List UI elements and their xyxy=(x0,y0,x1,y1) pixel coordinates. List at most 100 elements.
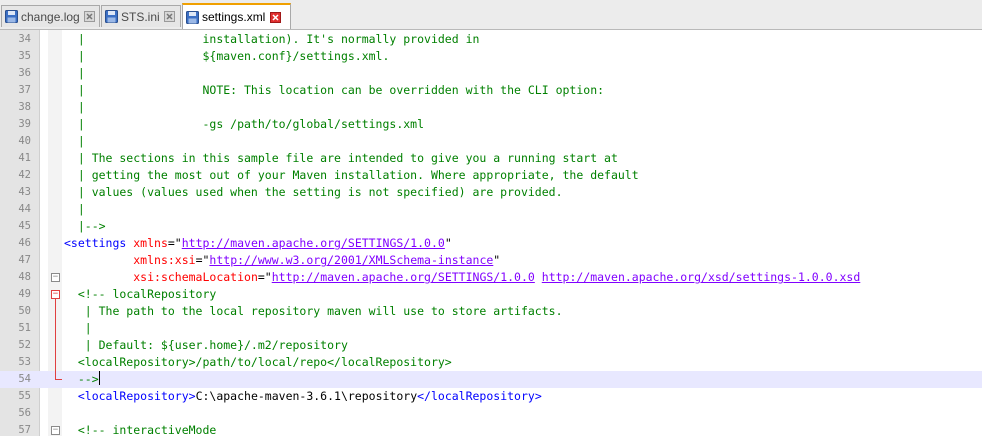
fold-toggle-icon[interactable]: − xyxy=(51,426,60,435)
code-text: | xyxy=(64,99,85,116)
code-line[interactable]: 43 | values (values used when the settin… xyxy=(0,184,982,201)
line-number: 35 xyxy=(18,50,31,62)
line-number: 47 xyxy=(18,254,31,266)
code-text: | -gs /path/to/global/settings.xml xyxy=(64,116,424,133)
code-token: | xyxy=(64,321,92,335)
close-icon[interactable] xyxy=(164,11,176,23)
code-token: <localRepository> xyxy=(77,389,196,403)
code-text: | xyxy=(64,201,85,218)
code-line[interactable]: 36 | xyxy=(0,65,982,82)
code-text: xsi:schemaLocation="http://maven.apache.… xyxy=(64,269,860,286)
code-text: <settings xmlns="http://maven.apache.org… xyxy=(64,235,452,252)
line-number: 57 xyxy=(18,424,31,436)
line-number: 38 xyxy=(18,101,31,113)
code-editor[interactable]: 34 | installation). It's normally provid… xyxy=(0,30,982,436)
code-line[interactable]: 48 xsi:schemaLocation="http://maven.apac… xyxy=(0,269,982,286)
tab-label: STS.ini xyxy=(121,9,160,24)
code-token: | xyxy=(64,66,85,80)
code-text: <localRepository>/path/to/local/repo</lo… xyxy=(64,354,452,371)
line-number: 45 xyxy=(18,220,31,232)
code-line[interactable]: 53 <localRepository>/path/to/local/repo<… xyxy=(0,354,982,371)
code-line[interactable]: 34 | installation). It's normally provid… xyxy=(0,31,982,48)
code-token: xsi:schemaLocation xyxy=(133,270,258,284)
code-line[interactable]: 51 | xyxy=(0,320,982,337)
code-token: | ${maven.conf}/settings.xml. xyxy=(64,49,390,63)
code-line[interactable]: 35 | ${maven.conf}/settings.xml. xyxy=(0,48,982,65)
code-text: | getting the most out of your Maven ins… xyxy=(64,167,639,184)
code-token: http://maven.apache.org/xsd/settings-1.0… xyxy=(541,270,861,284)
tab-label: settings.xml xyxy=(202,10,266,24)
code-text: | The path to the local repository maven… xyxy=(64,303,563,320)
line-number: 48 xyxy=(18,271,31,283)
code-text: xmlns:xsi="http://www.w3.org/2001/XMLSch… xyxy=(64,252,500,269)
code-line[interactable]: 45 |--> xyxy=(0,218,982,235)
code-token: <localRepository>/path/to/local/repo</lo… xyxy=(64,355,452,369)
code-line[interactable]: 44 | xyxy=(0,201,982,218)
code-text: | values (values used when the setting i… xyxy=(64,184,563,201)
line-number: 50 xyxy=(18,305,31,317)
code-line[interactable]: 47 xmlns:xsi="http://www.w3.org/2001/XML… xyxy=(0,252,982,269)
code-text: <!-- localRepository xyxy=(64,286,216,303)
line-number: 41 xyxy=(18,152,31,164)
line-number: 44 xyxy=(18,203,31,215)
code-text: | installation). It's normally provided … xyxy=(64,31,480,48)
close-icon[interactable] xyxy=(84,11,96,23)
tab-sts-ini[interactable]: STS.ini xyxy=(101,5,181,27)
code-token: " xyxy=(444,236,452,250)
code-token: | -gs /path/to/global/settings.xml xyxy=(64,117,425,131)
code-token: =" xyxy=(167,236,182,250)
code-token: </localRepository> xyxy=(417,389,542,403)
code-text: --> xyxy=(64,371,100,388)
code-token: | xyxy=(64,100,85,114)
code-line[interactable]: 38 | xyxy=(0,99,982,116)
code-line[interactable]: 55 <localRepository>C:\apache-maven-3.6.… xyxy=(0,388,982,405)
line-number: 36 xyxy=(18,67,31,79)
code-text: | The sections in this sample file are i… xyxy=(64,150,618,167)
code-token: <!-- localRepository xyxy=(77,287,217,301)
tab-bar: change.log STS.ini settings.xml xyxy=(0,0,982,30)
line-number: 55 xyxy=(18,390,31,402)
code-text: | xyxy=(64,133,85,150)
code-line[interactable]: 37 | NOTE: This location can be overridd… xyxy=(0,82,982,99)
code-line[interactable]: 54 --> xyxy=(0,371,982,388)
code-line[interactable]: 49 <!-- localRepository xyxy=(0,286,982,303)
fold-toggle-icon[interactable]: − xyxy=(51,273,60,282)
code-line[interactable]: 40 | xyxy=(0,133,982,150)
line-number: 49 xyxy=(18,288,31,300)
code-line[interactable]: 42 | getting the most out of your Maven … xyxy=(0,167,982,184)
code-token: | The path to the local repository maven… xyxy=(64,304,563,318)
code-token: http://maven.apache.org/SETTINGS/1.0.0 xyxy=(271,270,535,284)
tab-settings-xml[interactable]: settings.xml xyxy=(182,3,291,29)
code-line[interactable]: 52 | Default: ${user.home}/.m2/repositor… xyxy=(0,337,982,354)
line-number: 53 xyxy=(18,356,31,368)
code-token: C:\apache-maven-3.6.1\repository xyxy=(195,389,418,403)
fold-toggle-icon[interactable]: − xyxy=(51,290,60,299)
code-token: | xyxy=(64,202,85,216)
line-number: 37 xyxy=(18,84,31,96)
code-token: | The sections in this sample file are i… xyxy=(64,151,618,165)
fold-range-end xyxy=(55,379,62,380)
code-token: | Default: ${user.home}/.m2/repository xyxy=(64,338,348,352)
close-icon[interactable] xyxy=(269,11,281,23)
floppy-disk-icon xyxy=(186,10,199,25)
code-token: | installation). It's normally provided … xyxy=(64,32,480,46)
code-line[interactable]: 39 | -gs /path/to/global/settings.xml xyxy=(0,116,982,133)
code-line[interactable]: 56 xyxy=(0,405,982,422)
floppy-disk-icon xyxy=(5,9,18,24)
code-line[interactable]: 46 <settings xmlns="http://maven.apache.o… xyxy=(0,235,982,252)
code-token: --> xyxy=(64,372,99,386)
code-line[interactable]: 50 | The path to the local repository ma… xyxy=(0,303,982,320)
code-token: http://www.w3.org/2001/XMLSchema-instanc… xyxy=(209,253,494,267)
code-line[interactable]: 57 <!-- interactiveMode xyxy=(0,422,982,436)
code-token: xmlns xyxy=(133,236,168,250)
line-number: 34 xyxy=(18,33,31,45)
code-line[interactable]: 41 | The sections in this sample file ar… xyxy=(0,150,982,167)
tab-change-log[interactable]: change.log xyxy=(1,5,100,27)
code-text: <!-- interactiveMode xyxy=(64,422,216,436)
code-token: =" xyxy=(195,253,210,267)
